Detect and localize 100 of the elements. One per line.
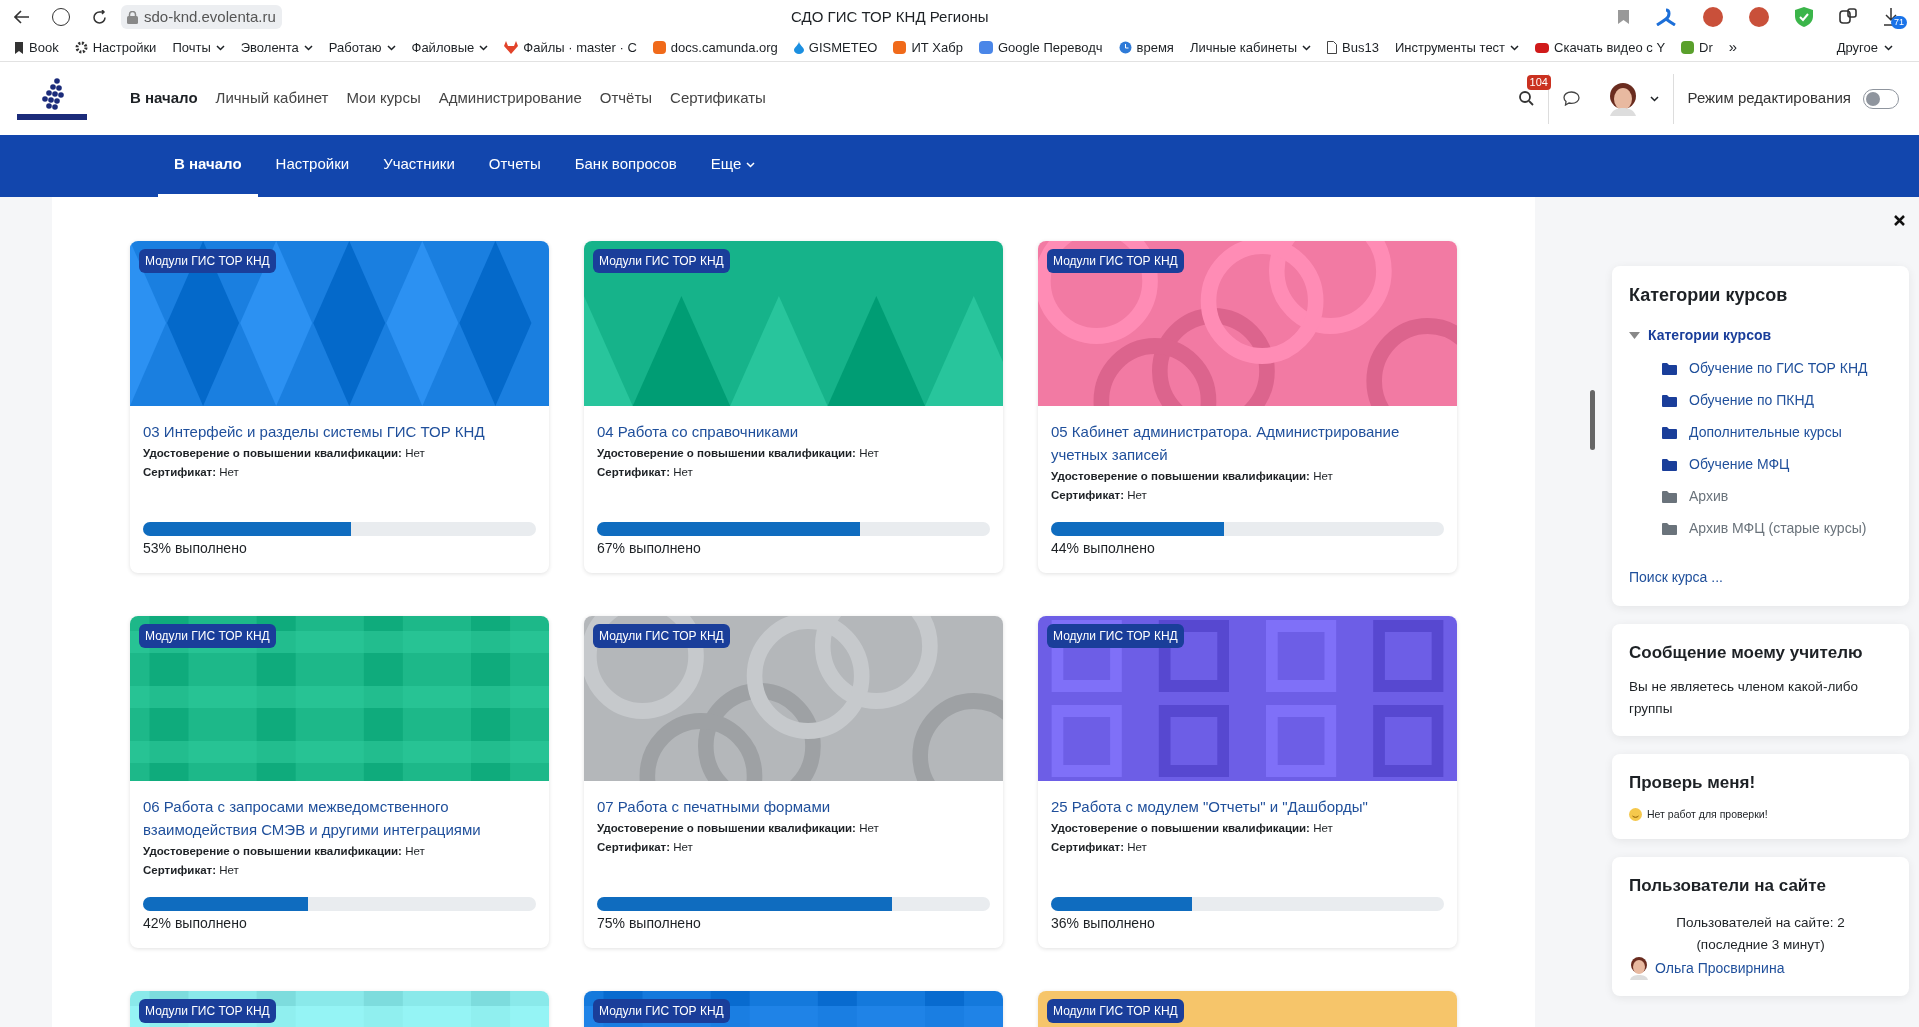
translate-icon <box>978 41 993 54</box>
course-title-link[interactable]: 07 Работа с печатными формами <box>597 795 990 818</box>
qualification-text: Удостоверение о повышении квалификации: Нет <box>143 446 426 461</box>
back-icon[interactable] <box>14 10 30 24</box>
nav-link[interactable]: Сертификаты <box>670 87 766 110</box>
bookmark-folder[interactable]: Личные кабинеты <box>1189 37 1312 58</box>
edit-mode-label: Режим редактирования <box>1687 88 1851 109</box>
nav-link[interactable]: Личный кабинет <box>215 87 329 110</box>
search-courses-link[interactable]: Поиск курса ... <box>1629 567 1892 588</box>
qualification-text: Удостоверение о повышении квалификации: Нет <box>1051 821 1334 836</box>
bookmark-folder[interactable]: Работаю <box>328 37 396 58</box>
category-link[interactable]: Обучение по ГИС ТОР КНД <box>1662 358 1892 379</box>
bookmark-link[interactable]: Google Переводч <box>978 37 1103 58</box>
extension-icon[interactable] <box>1749 7 1769 27</box>
page-icon <box>1327 41 1338 54</box>
caret-icon <box>1510 44 1520 51</box>
block-title: Проверь меня! <box>1629 771 1757 794</box>
scrollbar-thumb[interactable] <box>1590 390 1595 450</box>
extension-icon[interactable] <box>1703 7 1723 27</box>
bookmark-link[interactable]: Файлы · master · С <box>504 37 637 58</box>
course-tab[interactable]: Отчеты <box>472 135 557 197</box>
category-link[interactable]: Дополнительные курсы <box>1662 422 1892 443</box>
course-tab[interactable]: Еще <box>694 135 772 197</box>
caret-icon <box>479 44 489 51</box>
block-title: Категории курсов <box>1629 284 1789 307</box>
folder-icon <box>1662 522 1677 535</box>
course-title-link[interactable]: 03 Интерфейс и разделы системы ГИС ТОР КНД <box>143 420 536 443</box>
caret-icon <box>1629 332 1640 339</box>
certificate-text: Сертификат: Нет <box>597 465 694 480</box>
logo-icon[interactable] <box>14 77 90 120</box>
bookmark-link[interactable]: docs.camunda.org <box>652 37 778 58</box>
block-title: Пользователи на сайте <box>1629 874 1828 897</box>
bookmark-link[interactable]: Book <box>14 37 59 58</box>
category-badge: Модули ГИС ТОР КНД <box>139 624 276 648</box>
site-icon <box>893 41 907 54</box>
bookmark-folder[interactable]: Эволента <box>240 37 313 58</box>
category-badge: Модули ГИС ТОР КНД <box>139 999 276 1023</box>
edit-mode-toggle[interactable] <box>1863 88 1899 109</box>
search-icon[interactable] <box>1518 91 1534 106</box>
bookmark-link[interactable]: время <box>1118 37 1174 58</box>
smiley-icon <box>1629 808 1642 822</box>
course-tab[interactable]: Участники <box>367 135 471 197</box>
course-title-link[interactable]: 04 Работа со справочниками <box>597 420 990 443</box>
bookmark-link[interactable]: Dr <box>1681 37 1713 58</box>
page-title: СДО ГИС ТОР КНД Регионы <box>790 6 990 27</box>
course-title-link[interactable]: 25 Работа с модулем "Отчеты" и "Дашборды" <box>1051 795 1444 818</box>
more-bookmarks-button[interactable]: » <box>1728 36 1738 59</box>
nav-link[interactable]: Отчёты <box>599 87 653 110</box>
chat-icon[interactable] <box>1562 91 1580 106</box>
caret-icon <box>215 44 225 51</box>
caret-icon <box>303 44 313 51</box>
category-badge: Модули ГИС ТОР КНД <box>593 624 730 648</box>
bookmark-link[interactable]: Настройки <box>74 37 157 58</box>
bookmark-folder[interactable]: Инструменты тест <box>1394 37 1520 58</box>
bookmark-folder[interactable]: Другое <box>1836 37 1905 58</box>
folder-icon <box>1662 490 1677 503</box>
shield-icon[interactable] <box>1795 7 1813 27</box>
folder-icon <box>1662 426 1677 439</box>
category-badge: Модули ГИС ТОР КНД <box>1047 999 1184 1023</box>
bookmark-link[interactable]: ИТ Хабр <box>893 37 963 58</box>
close-icon[interactable] <box>1894 215 1905 226</box>
category-link[interactable]: Обучение МФЦ <box>1662 454 1892 475</box>
category-link[interactable]: Обучение по ПКНД <box>1662 390 1892 411</box>
avatar-icon <box>1607 81 1638 116</box>
ribbon-icon[interactable] <box>1655 8 1677 26</box>
bookmark-folder[interactable]: Почты <box>172 37 225 58</box>
bookmark-link[interactable]: GISMETEO <box>793 37 878 58</box>
nav-link[interactable]: В начало <box>130 87 198 110</box>
course-title-link[interactable]: 05 Кабинет администратора. Администрирование учетных записей <box>1051 420 1444 466</box>
bookmark-folder[interactable]: Файловые <box>411 37 489 58</box>
certificate-text: Сертификат: Нет <box>1051 840 1148 855</box>
progress-text: 36% выполнено <box>1051 914 1156 933</box>
extensions-icon[interactable] <box>1839 8 1857 26</box>
category-badge: Модули ГИС ТОР КНД <box>139 249 276 273</box>
nav-link[interactable]: Администрирование <box>438 87 582 110</box>
bookmark-link[interactable]: Bus13 <box>1327 37 1379 58</box>
folder-icon <box>1662 394 1677 407</box>
drop-icon <box>793 41 804 54</box>
course-tab[interactable]: Банк вопросов <box>558 135 693 197</box>
bookmark-link[interactable]: Скачать видео с Y <box>1535 37 1666 58</box>
user-menu[interactable] <box>1607 81 1659 116</box>
tree-item[interactable]: Категории курсов <box>1629 325 1892 346</box>
caret-icon <box>746 161 756 168</box>
certificate-text: Сертификат: Нет <box>597 840 694 855</box>
address-field[interactable]: sdo-knd.evolenta.ru <box>121 5 282 29</box>
category-badge: Модули ГИС ТОР КНД <box>593 999 730 1023</box>
reload-icon[interactable] <box>92 9 107 25</box>
site-icon <box>652 41 666 54</box>
pre-icon <box>1535 42 1550 53</box>
download-count-badge: 71 <box>1891 16 1907 29</box>
notification-badge: 104 <box>1526 75 1551 90</box>
bookmark-icon[interactable] <box>1618 10 1629 24</box>
certificate-text: Сертификат: Нет <box>1051 488 1148 503</box>
course-title-link[interactable]: 06 Работа с запросами межведомственного взаимодействия СМЭВ и другими интеграциями <box>143 795 536 841</box>
lock-icon <box>127 10 138 24</box>
nav-link[interactable]: Мои курсы <box>346 87 421 110</box>
course-tab[interactable]: Настройки <box>259 135 366 197</box>
folder-icon <box>1662 362 1677 375</box>
message-text: Вы не являетесь членом какой-либо группы <box>1629 677 1860 718</box>
user-link[interactable]: Ольга Просвирнина <box>1655 957 1785 979</box>
